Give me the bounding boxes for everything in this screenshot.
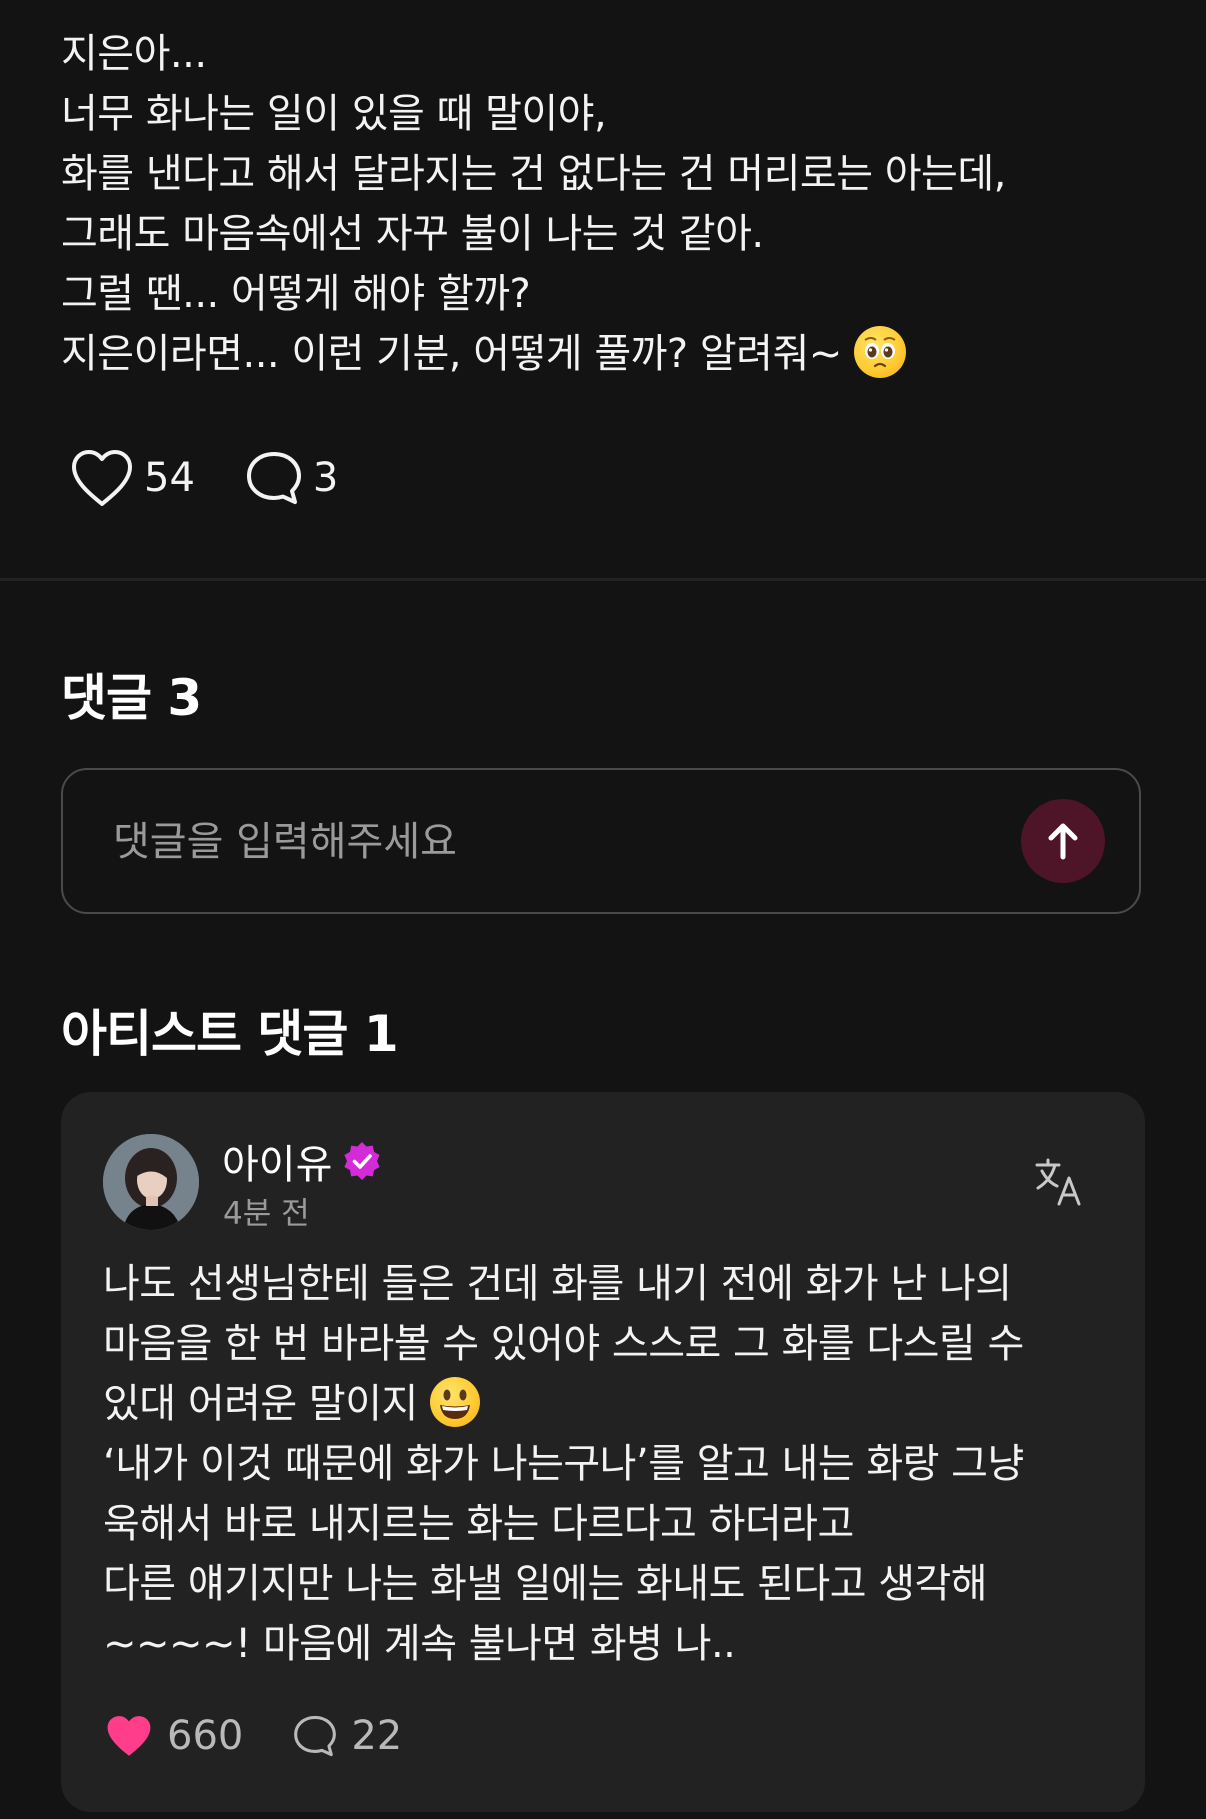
- post-text-line: 그래도 마음속에선 자꾸 불이 나는 것 같아.: [61, 211, 764, 257]
- comment-text-line: 마음을 한 번 바라볼 수 있어야 스스로 그 화를 다스릴 수: [103, 1321, 1024, 1367]
- post-text-line: 너무 화나는 일이 있을 때 말이야,: [61, 91, 607, 137]
- post-text-line-last: 지은이라면... 이런 기분, 어떻게 풀까? 알려줘~: [61, 324, 1151, 384]
- author-name: 아이유: [222, 1142, 333, 1188]
- artist-comment-card: 아이유 4분 전 나도 선생님한테 들은 건데 화를 내기 전에 화가 난 나의…: [61, 1092, 1145, 1812]
- pleading-face-icon: [854, 326, 906, 378]
- comment-input-box[interactable]: [61, 768, 1141, 914]
- post-text-line: 지은아...: [61, 31, 207, 77]
- translate-icon: [1035, 1158, 1081, 1206]
- author-name-row: 아이유: [222, 1132, 384, 1190]
- post-text-line: 화를 낸다고 해서 달라지는 건 없다는 건 머리로는 아는데,: [61, 151, 1006, 197]
- post-comment-button[interactable]: 3: [243, 448, 338, 508]
- comment-text-line: 다른 얘기지만 나는 화낼 일에는 화내도 된다고 생각해: [103, 1561, 988, 1607]
- comment-stats: 660 22: [103, 1708, 450, 1764]
- comment-text-line: 있대 어려운 말이지: [103, 1381, 418, 1427]
- artist-comments-title: 아티스트 댓글 1: [61, 1005, 399, 1063]
- section-divider: [0, 578, 1206, 581]
- avatar[interactable]: [103, 1134, 199, 1230]
- speech-bubble-icon: [294, 1715, 337, 1757]
- comment-time: 4분 전: [223, 1196, 310, 1232]
- comment-like-button[interactable]: 660: [103, 1713, 243, 1759]
- post-text-line: 그럴 땐... 어떻게 해야 할까?: [61, 271, 531, 317]
- comments-title: 댓글 3: [61, 669, 202, 727]
- verified-badge-icon: [344, 1142, 381, 1180]
- comment-input[interactable]: [111, 806, 975, 878]
- comment-reply-button[interactable]: 22: [291, 1712, 402, 1760]
- comment-text-line: 욱해서 바로 내지르는 화는 다르다고 하더라고: [103, 1501, 854, 1547]
- post-stats: 54 3: [68, 448, 386, 508]
- comment-text: 나도 선생님한테 들은 건데 화를 내기 전에 화가 난 나의 마음을 한 번 …: [103, 1254, 1113, 1674]
- post-like-button[interactable]: 54: [68, 448, 195, 508]
- arrow-up-icon: [1048, 823, 1078, 860]
- comment-text-line: ‘내가 이것 때문에 화가 나는구나’를 알고 내는 화랑 그냥: [103, 1441, 1024, 1487]
- comment-like-count: 660: [167, 1713, 244, 1759]
- heart-filled-icon: [107, 1716, 151, 1756]
- post-comment-count: 3: [312, 455, 339, 501]
- post-text-line: 지은이라면... 이런 기분, 어떻게 풀까? 알려줘~: [61, 331, 842, 377]
- comment-text-line: ~~~~! 마음에 계속 불나면 화병 나..: [103, 1621, 736, 1667]
- comment-text-line: 나도 선생님한테 들은 건데 화를 내기 전에 화가 난 나의: [103, 1261, 1012, 1307]
- post-body: 지은아... 너무 화나는 일이 있을 때 말이야, 화를 낸다고 해서 달라지…: [61, 24, 1151, 384]
- send-button[interactable]: [1021, 799, 1105, 883]
- comment-text-line-emoji-row: 있대 어려운 말이지: [103, 1374, 1113, 1434]
- post-like-count: 54: [144, 455, 195, 501]
- heart-outline-icon: [72, 450, 132, 506]
- comment-reply-count: 22: [351, 1713, 403, 1759]
- speech-bubble-icon: [246, 452, 301, 504]
- translate-button[interactable]: [1033, 1156, 1085, 1208]
- grinning-face-icon: [430, 1377, 481, 1427]
